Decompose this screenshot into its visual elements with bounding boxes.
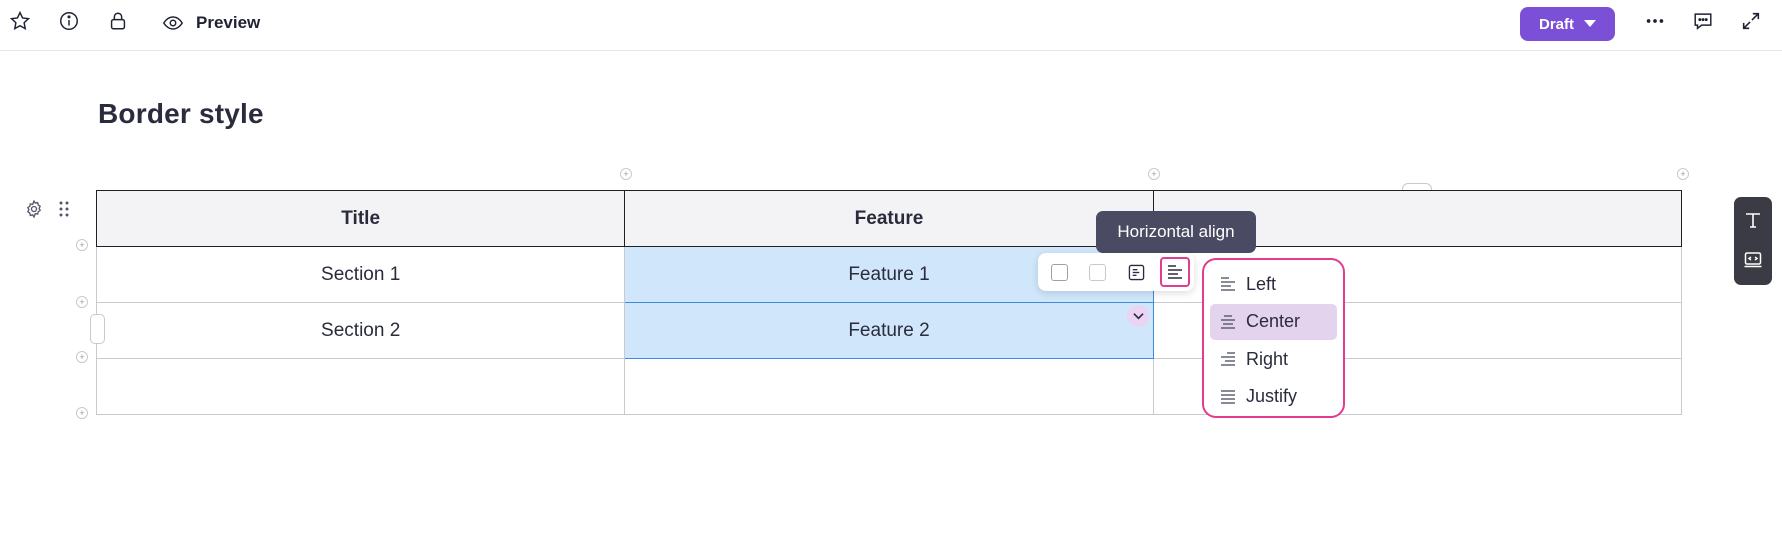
align-left-icon bbox=[1168, 265, 1182, 279]
table-cell-selected[interactable]: Feature 2 bbox=[624, 302, 1154, 359]
drag-handle-icon[interactable] bbox=[57, 200, 71, 218]
data-table: Title Feature Section 1 Feature 1 Sectio… bbox=[95, 190, 1683, 415]
embed-block-button[interactable] bbox=[1742, 249, 1764, 271]
border-icon bbox=[1050, 263, 1068, 281]
tooltip: Horizontal align bbox=[1096, 211, 1256, 260]
header-cell[interactable]: Feature bbox=[624, 190, 1154, 247]
vertical-align-button[interactable] bbox=[1125, 261, 1147, 283]
more-icon[interactable] bbox=[1643, 9, 1667, 33]
align-option-label: Center bbox=[1246, 311, 1301, 331]
add-column-icon[interactable]: + bbox=[1148, 168, 1160, 180]
vertical-align-icon bbox=[1128, 264, 1144, 280]
align-option-left[interactable]: Left bbox=[1210, 266, 1337, 302]
add-row-icon[interactable]: + bbox=[76, 351, 88, 363]
table-row: Section 1 Feature 1 bbox=[95, 246, 1683, 303]
background-toggle-button[interactable] bbox=[1086, 261, 1108, 283]
table-cell[interactable] bbox=[95, 358, 626, 415]
lock-icon[interactable] bbox=[106, 9, 130, 33]
text-icon bbox=[1746, 213, 1760, 228]
horizontal-align-menu: Left Center Right Justify bbox=[1202, 258, 1345, 418]
table-settings-icon[interactable] bbox=[24, 199, 44, 219]
align-justify-icon bbox=[1221, 389, 1235, 404]
caret-down-icon bbox=[1584, 20, 1596, 27]
table-row: Section 2 Feature 2 bbox=[95, 302, 1683, 359]
text-block-button[interactable] bbox=[1742, 209, 1764, 231]
add-row-icon[interactable]: + bbox=[76, 296, 88, 308]
align-right-icon bbox=[1221, 352, 1235, 366]
table-row bbox=[95, 358, 1683, 415]
align-option-label: Left bbox=[1246, 273, 1277, 294]
draft-status-button[interactable]: Draft bbox=[1520, 7, 1615, 41]
row-resize-handle[interactable] bbox=[90, 314, 105, 344]
align-option-label: Justify bbox=[1246, 386, 1298, 406]
align-option-right[interactable]: Right bbox=[1210, 341, 1337, 377]
header-cell[interactable]: Title bbox=[95, 190, 626, 247]
cell-menu-button[interactable] bbox=[1127, 305, 1149, 327]
comment-icon[interactable] bbox=[1691, 9, 1715, 33]
chevron-down-icon bbox=[1132, 313, 1144, 320]
align-center-icon bbox=[1221, 314, 1235, 329]
embed-icon bbox=[1744, 252, 1762, 268]
eye-icon bbox=[162, 16, 184, 30]
background-icon bbox=[1088, 263, 1106, 281]
horizontal-align-button[interactable] bbox=[1160, 257, 1190, 287]
preview-button[interactable]: Preview bbox=[162, 9, 260, 37]
add-row-icon[interactable]: + bbox=[76, 239, 88, 251]
draft-label: Draft bbox=[1538, 15, 1574, 33]
preview-label: Preview bbox=[196, 13, 261, 32]
expand-icon[interactable] bbox=[1739, 9, 1763, 33]
align-option-label: Right bbox=[1246, 348, 1289, 369]
align-left-icon bbox=[1221, 277, 1235, 291]
table-cell[interactable]: Section 2 bbox=[95, 302, 626, 359]
page-title: Border style bbox=[98, 98, 264, 129]
info-icon[interactable] bbox=[57, 9, 81, 33]
align-option-justify[interactable]: Justify bbox=[1210, 379, 1337, 415]
table-cell[interactable] bbox=[624, 358, 1154, 415]
cell-toolbar bbox=[1038, 253, 1194, 291]
star-icon[interactable] bbox=[8, 9, 32, 33]
border-toggle-button[interactable] bbox=[1048, 261, 1070, 283]
align-option-center[interactable]: Center bbox=[1210, 303, 1337, 340]
table-header-row: Title Feature bbox=[95, 190, 1683, 247]
top-toolbar: Preview Draft bbox=[0, 0, 1782, 51]
table-cell[interactable]: Section 1 bbox=[95, 246, 626, 303]
add-column-icon[interactable]: + bbox=[1677, 168, 1689, 180]
block-side-panel bbox=[1734, 197, 1772, 285]
add-row-icon[interactable]: + bbox=[76, 407, 88, 419]
add-column-icon[interactable]: + bbox=[620, 168, 632, 180]
